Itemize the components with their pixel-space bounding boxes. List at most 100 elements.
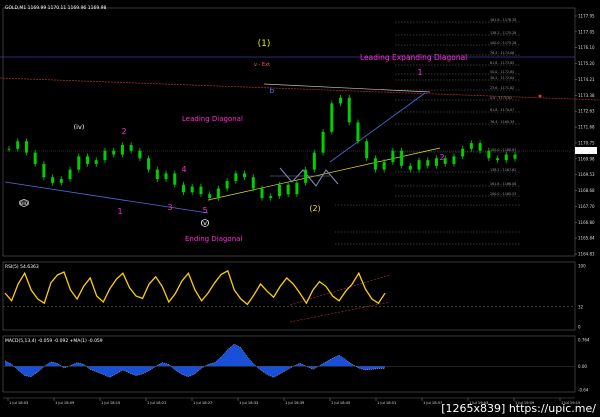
time-axis-label: 1 Jul 18:57 — [423, 401, 442, 405]
price-axis-label: 1176.10 — [578, 45, 595, 50]
fib-level-label: 61.8 - 1170.07 — [490, 108, 514, 112]
price-candle — [77, 156, 81, 170]
price-axis-label: 1174.21 — [578, 77, 595, 82]
fib-level-label: 161.8 - 1176.38 — [490, 18, 516, 22]
time-axis-label: 1 Jul 18:33 — [239, 401, 258, 405]
price-axis-label: 1169.98 — [578, 156, 595, 161]
price-candle — [138, 150, 142, 159]
fib-level-label: 38.2 - 1172.04 — [490, 76, 514, 80]
price-candle — [33, 152, 37, 164]
price-candle — [373, 158, 377, 170]
wave-label: 2 — [121, 127, 126, 136]
price-candle — [103, 150, 107, 161]
price-axis-label: 1165.84 — [578, 236, 595, 241]
price-candle — [391, 150, 395, 163]
price-axis-label: 1173.38 — [578, 93, 595, 98]
wave-label: 2 — [439, 153, 444, 162]
price-axis-label: 1172.63 — [578, 109, 595, 114]
price-candle — [478, 143, 482, 151]
price-axis-label: 1169.53 — [578, 172, 595, 177]
price-axis-label: 1166.80 — [578, 220, 595, 225]
price-candle — [129, 145, 133, 151]
rsi-axis-label: 100 — [578, 264, 586, 269]
time-axis-label: 1 Jul 18:15 — [101, 401, 120, 405]
wave-label: v - Ext — [254, 62, 270, 68]
price-candle — [112, 150, 116, 155]
watermark-text: [1265x839] https://upic.me/ — [441, 402, 596, 415]
price-candle — [68, 169, 72, 180]
price-candle — [356, 122, 360, 142]
wave-label: Leading Diagonal — [182, 115, 243, 123]
time-axis-label: 1 Jul 18:03 — [9, 401, 28, 405]
wave-label: 5 — [202, 206, 207, 215]
fib-level-label: 23.6 - 1171.82 — [490, 86, 514, 90]
fib-level-label: 100.0 - 1168.82 — [490, 148, 516, 152]
price-candle — [312, 152, 316, 170]
rsi-axis-label: 32 — [578, 304, 584, 309]
price-candle — [208, 194, 212, 198]
rsi-panel-header: RSI(5) 54.6363 — [5, 264, 39, 270]
fib-level-label: 161.8 - 1166.06 — [490, 182, 516, 186]
time-axis-label: 1 Jul 18:39 — [285, 401, 305, 405]
price-marker-dot — [538, 94, 542, 98]
price-candle — [452, 156, 456, 164]
price-candle — [417, 160, 421, 170]
fib-level-label: 76.4 - 1174.06 — [490, 51, 514, 55]
price-candle — [330, 103, 334, 132]
price-candle — [365, 141, 369, 159]
wave-label: 4 — [181, 165, 186, 174]
price-candle — [251, 177, 255, 189]
price-axis-label: 1171.68 — [578, 125, 595, 130]
price-axis-label: 1177.95 — [578, 14, 595, 19]
price-candle — [347, 97, 351, 123]
price-axis-label: 1167.70 — [578, 204, 595, 209]
wave-label: 1 — [117, 207, 122, 216]
price-candle — [277, 184, 281, 197]
fib-level-label: 61.8 - 1173.85 — [490, 61, 514, 65]
time-axis-label: 1 Jul 18:45 — [331, 401, 350, 405]
price-candle — [225, 180, 229, 189]
price-candle — [339, 97, 343, 104]
wave-label: b — [270, 87, 275, 95]
fib-level-label: 76.4 - 1169.34 — [490, 120, 514, 124]
price-candle — [216, 188, 220, 198]
price-axis-label: 1164.83 — [578, 252, 595, 257]
fib-level-label: 100.0 - 1175.26 — [490, 41, 516, 45]
current-price-tag — [575, 147, 597, 154]
time-axis-label: 1 Jul 18:21 — [147, 401, 166, 405]
price-candle — [42, 163, 46, 178]
price-candle — [513, 154, 517, 159]
wave-label: (2) — [309, 204, 320, 213]
price-candle — [469, 143, 473, 149]
price-candle — [382, 162, 386, 170]
price-candle — [147, 158, 151, 170]
price-candle — [24, 141, 28, 153]
fib-level-label: 138.2 - 1167.62 — [490, 168, 516, 172]
price-candle — [487, 150, 491, 159]
price-candle — [260, 188, 264, 198]
price-candle — [426, 160, 430, 166]
price-candle — [400, 150, 404, 166]
fib-level-label: 200.0 - 1165.53 — [490, 192, 516, 196]
time-axis-label: 1 Jul 18:09 — [55, 401, 75, 405]
price-candle — [304, 169, 308, 183]
price-candle — [434, 158, 438, 166]
price-candle — [321, 131, 325, 153]
wave-label: 3 — [167, 203, 172, 212]
price-candle — [234, 173, 238, 181]
macd-axis-label: 0.00 — [578, 364, 587, 369]
time-axis-label: 1 Jul 18:51 — [377, 401, 396, 405]
chart-window: 161.8 - 1176.38 138.2 - 1175.28 100.0 - 11… — [0, 0, 600, 417]
price-axis-label: 1177.05 — [578, 29, 595, 34]
macd-axis-label: 0.764 — [578, 338, 590, 343]
wave-label: Ending Diagonal — [185, 235, 242, 243]
price-candle — [408, 165, 412, 170]
price-candle — [7, 148, 11, 150]
wave-label: 1 — [417, 68, 422, 77]
price-candle — [269, 196, 273, 198]
price-candle — [461, 148, 465, 157]
price-candle — [496, 158, 500, 161]
price-candle — [199, 186, 203, 195]
price-candle — [120, 145, 124, 155]
wave-label: (iv) — [74, 123, 85, 131]
